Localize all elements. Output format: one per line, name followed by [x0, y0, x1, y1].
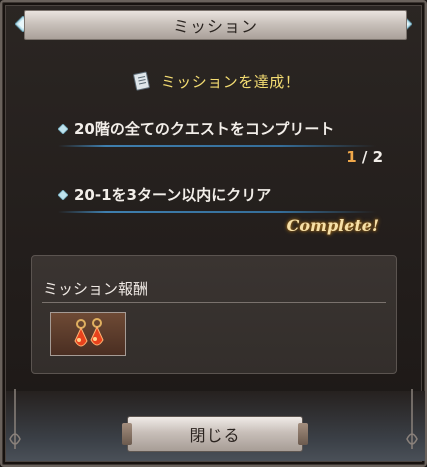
- achievement-header: ミッションを達成！: [2, 68, 427, 94]
- progress-separator: /: [356, 148, 373, 166]
- mission-dialog: ミッション ミッションを達成！ 20階の全てのクエストをコンプリート 1 / 2…: [0, 0, 427, 467]
- reward-item[interactable]: [50, 312, 126, 356]
- diamond-bullet-icon: [58, 189, 68, 200]
- ornament-icon: [406, 389, 418, 449]
- reward-panel: ミッション報酬: [31, 255, 397, 374]
- close-button-label: 閉じる: [189, 426, 241, 445]
- button-cap: [298, 423, 308, 445]
- scroll-icon: [132, 71, 150, 91]
- close-button[interactable]: 閉じる: [122, 416, 308, 452]
- ornament-icon: [9, 389, 21, 449]
- dialog-title: ミッション: [172, 17, 258, 36]
- diamond-bullet-icon: [58, 123, 68, 134]
- mission-progress: 1 / 2: [346, 148, 383, 166]
- mission-item: 20階の全てのクエストをコンプリート: [58, 118, 376, 147]
- achievement-header-text: ミッションを達成！: [160, 72, 301, 91]
- mission-item: 20-1を3ターン以内にクリア: [58, 184, 376, 213]
- dialog-titlebar: ミッション: [24, 10, 407, 40]
- mission-text: 20-1を3ターン以内にクリア: [74, 186, 272, 204]
- complete-status: Complete!: [286, 216, 379, 235]
- reward-title: ミッション報酬: [43, 280, 149, 298]
- mission-divider: [58, 145, 376, 147]
- progress-current: 1: [346, 148, 357, 166]
- red-earring-icon: [74, 318, 104, 347]
- mission-divider: [58, 211, 376, 213]
- button-cap: [122, 423, 132, 445]
- reward-divider: [42, 302, 386, 303]
- progress-total: 2: [372, 148, 383, 166]
- mission-text: 20階の全てのクエストをコンプリート: [74, 120, 335, 138]
